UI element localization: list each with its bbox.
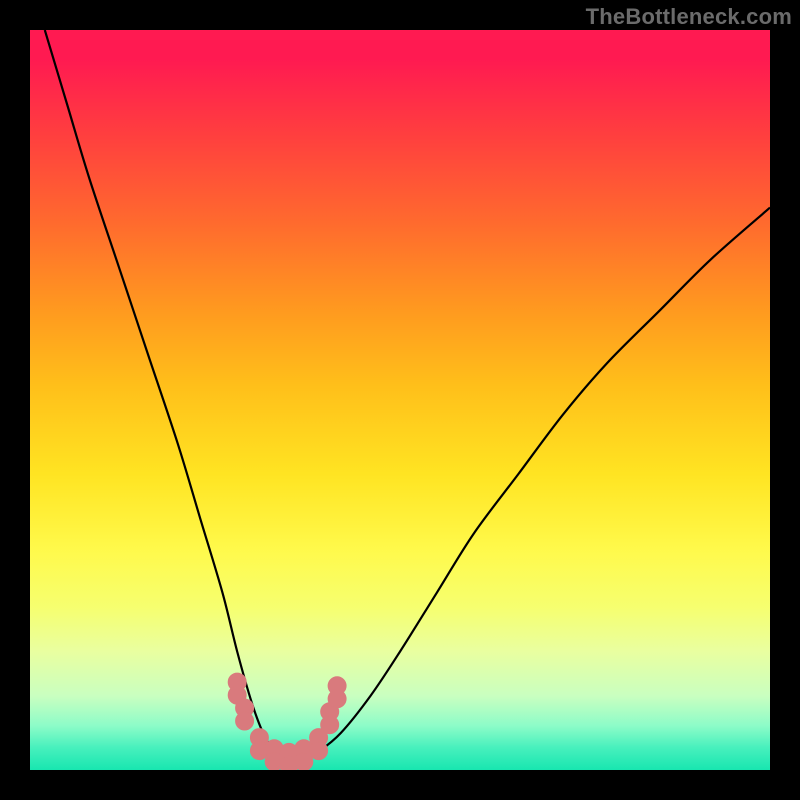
valley-marker (310, 729, 328, 760)
chart-stage: TheBottleneck.com (0, 0, 800, 800)
valley-marker (328, 677, 346, 708)
valley-marker (295, 740, 313, 770)
watermark-text: TheBottleneck.com (586, 4, 792, 30)
valley-marker (250, 729, 268, 760)
valley-markers (228, 673, 346, 770)
plot-area (30, 30, 770, 770)
curve-layer (30, 30, 770, 770)
bottleneck-curve (45, 30, 770, 760)
valley-marker (236, 699, 254, 730)
